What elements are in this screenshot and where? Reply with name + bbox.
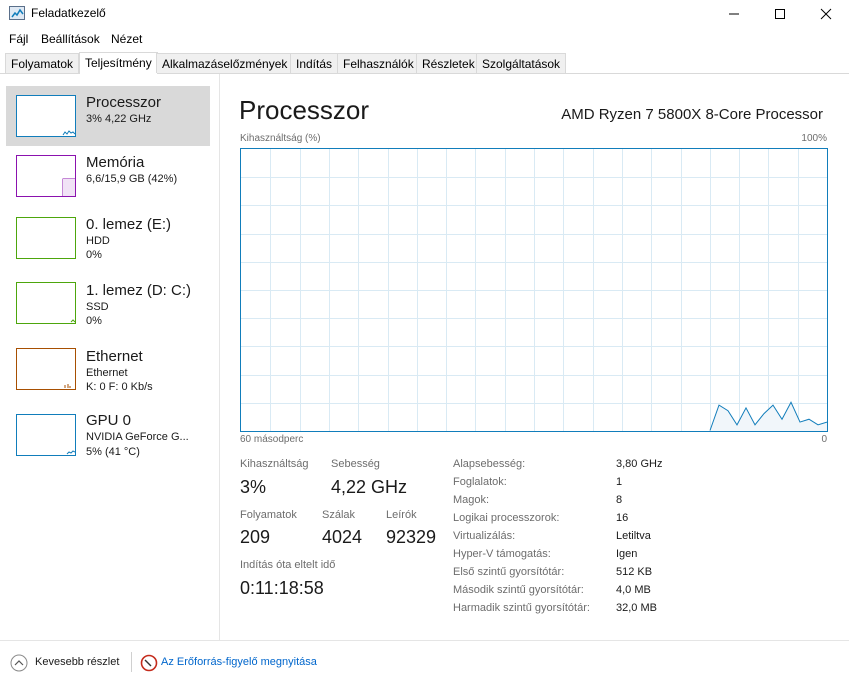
tab-bar: Folyamatok Teljesítmény Alkalmazáselőzmé… xyxy=(0,52,849,74)
window-title: Feladatkezelő xyxy=(31,6,106,20)
fewer-details-link[interactable]: Kevesebb részlet xyxy=(35,656,119,668)
graph-min-label: 0 xyxy=(821,434,827,445)
tab-performance[interactable]: Teljesítmény xyxy=(79,52,158,74)
sidebar-item-detail-2: 0% xyxy=(86,249,102,261)
gpu-thumbnail-graph xyxy=(16,414,76,456)
ethernet-thumbnail-graph xyxy=(16,348,76,390)
tab-app-history[interactable]: Alkalmazáselőzmények xyxy=(156,53,294,73)
sidebar-item-detail: 3% 4,22 GHz xyxy=(86,113,152,125)
fewer-details-button[interactable] xyxy=(10,654,28,672)
speed-value: 4,22 GHz xyxy=(331,477,408,497)
title-bar: Feladatkezelő xyxy=(0,0,849,28)
uptime-value: 0:11:18:58 xyxy=(240,578,324,598)
cpu-thumbnail-graph xyxy=(16,95,76,137)
sidebar-item-ethernet[interactable]: Ethernet Ethernet K: 0 F: 0 Kb/s xyxy=(6,338,210,398)
sidebar-item-detail-2: 5% (41 °C) xyxy=(86,446,140,458)
sidebar-item-gpu[interactable]: GPU 0 NVIDIA GeForce G... 5% (41 °C) xyxy=(6,404,210,464)
cores-value: 8 xyxy=(616,494,623,506)
hyperv-label: Hyper-V támogatás: xyxy=(453,548,551,560)
sidebar-item-label: 1. lemez (D: C:) xyxy=(86,282,192,299)
sidebar-item-label: GPU 0 xyxy=(86,412,132,429)
sidebar-item-detail: HDD xyxy=(86,235,110,247)
memory-thumbnail-graph xyxy=(16,155,76,197)
sidebar-item-label: Memória xyxy=(86,154,145,171)
minimize-button[interactable] xyxy=(711,0,757,28)
close-button[interactable] xyxy=(803,0,849,28)
handles-label: Leírók xyxy=(386,509,417,521)
sidebar-item-cpu[interactable]: Processzor 3% 4,22 GHz xyxy=(6,86,210,146)
uptime-label: Indítás óta eltelt idő xyxy=(240,559,336,571)
graph-time-label: 60 másodperc xyxy=(240,434,304,445)
sockets-label: Foglalatok: xyxy=(453,476,507,488)
l3-cache-label: Harmadik szintű gyorsítótár: xyxy=(453,602,590,614)
l3-cache-value: 32,0 MB xyxy=(616,602,657,614)
task-manager-app-icon xyxy=(9,6,25,20)
virtualization-label: Virtualizálás: xyxy=(453,530,516,542)
close-icon xyxy=(820,8,832,20)
maximize-icon xyxy=(775,9,785,19)
tab-services[interactable]: Szolgáltatások xyxy=(476,53,567,73)
performance-sidebar: Processzor 3% 4,22 GHz Memória 6,6/15,9 … xyxy=(0,74,220,640)
cpu-utilization-chart xyxy=(241,149,827,431)
disk1-thumbnail-graph xyxy=(16,282,76,324)
sidebar-item-label: Processzor xyxy=(86,94,162,111)
sidebar-item-disk0[interactable]: 0. lemez (E:) HDD 0% xyxy=(6,206,210,266)
l2-cache-value: 4,0 MB xyxy=(616,584,651,596)
logical-processors-label: Logikai processzorok: xyxy=(453,512,560,524)
sidebar-item-label: 0. lemez (E:) xyxy=(86,216,172,233)
tab-details[interactable]: Részletek xyxy=(416,53,481,73)
l1-cache-value: 512 KB xyxy=(616,566,653,578)
sidebar-item-detail-2: K: 0 F: 0 Kb/s xyxy=(86,381,153,393)
sidebar-item-detail: SSD xyxy=(86,301,109,313)
processes-value: 209 xyxy=(240,527,271,547)
hyperv-value: Igen xyxy=(616,548,638,560)
base-speed-value: 3,80 GHz xyxy=(616,458,663,470)
graph-y-label: Kihasználtság (%) xyxy=(240,133,321,144)
menu-options[interactable]: Beállítások xyxy=(41,32,100,46)
tab-startup[interactable]: Indítás xyxy=(290,53,339,73)
sidebar-item-memory[interactable]: Memória 6,6/15,9 GB (42%) xyxy=(6,146,210,206)
minimize-icon xyxy=(729,13,739,15)
utilization-value: 3% xyxy=(240,477,267,497)
virtualization-value: Letiltva xyxy=(616,530,651,542)
menu-bar: Fájl Beállítások Nézet xyxy=(0,28,849,50)
processes-label: Folyamatok xyxy=(240,509,297,521)
cpu-model-name: AMD Ryzen 7 5800X 8-Core Processor xyxy=(561,106,823,123)
cores-label: Magok: xyxy=(453,494,490,506)
utilization-label: Kihasználtság xyxy=(240,458,309,470)
sidebar-item-detail: Ethernet xyxy=(86,367,128,379)
chevron-up-icon xyxy=(10,654,28,672)
l2-cache-label: Második szintű gyorsítótár: xyxy=(453,584,584,596)
open-resource-monitor-link[interactable]: Az Erőforrás-figyelő megnyitása xyxy=(161,656,317,668)
base-speed-label: Alapsebesség: xyxy=(453,458,526,470)
page-title: Processzor xyxy=(239,95,370,125)
tab-processes[interactable]: Folyamatok xyxy=(5,53,80,73)
sidebar-item-disk1[interactable]: 1. lemez (D: C:) SSD 0% xyxy=(6,272,210,332)
speed-label: Sebesség xyxy=(331,458,380,470)
threads-label: Szálak xyxy=(322,509,356,521)
logical-processors-value: 16 xyxy=(616,512,629,524)
threads-value: 4024 xyxy=(322,527,363,547)
graph-max-label: 100% xyxy=(801,133,827,144)
cpu-utilization-graph xyxy=(240,148,828,432)
sidebar-item-detail: NVIDIA GeForce G... xyxy=(86,431,189,443)
maximize-button[interactable] xyxy=(757,0,803,28)
menu-file[interactable]: Fájl xyxy=(9,32,28,46)
handles-value: 92329 xyxy=(386,527,437,547)
menu-view[interactable]: Nézet xyxy=(111,32,142,46)
footer-divider xyxy=(131,652,132,672)
l1-cache-label: Első szintű gyorsítótár: xyxy=(453,566,565,578)
sidebar-item-label: Ethernet xyxy=(86,348,143,365)
sidebar-item-detail: 6,6/15,9 GB (42%) xyxy=(86,173,178,185)
resource-monitor-icon[interactable] xyxy=(140,654,158,672)
tab-users[interactable]: Felhasználók xyxy=(337,53,420,73)
disk0-thumbnail-graph xyxy=(16,217,76,259)
sidebar-item-detail-2: 0% xyxy=(86,315,102,327)
footer-bar: Kevesebb részlet Az Erőforrás-figyelő me… xyxy=(0,640,849,688)
sockets-value: 1 xyxy=(616,476,623,488)
